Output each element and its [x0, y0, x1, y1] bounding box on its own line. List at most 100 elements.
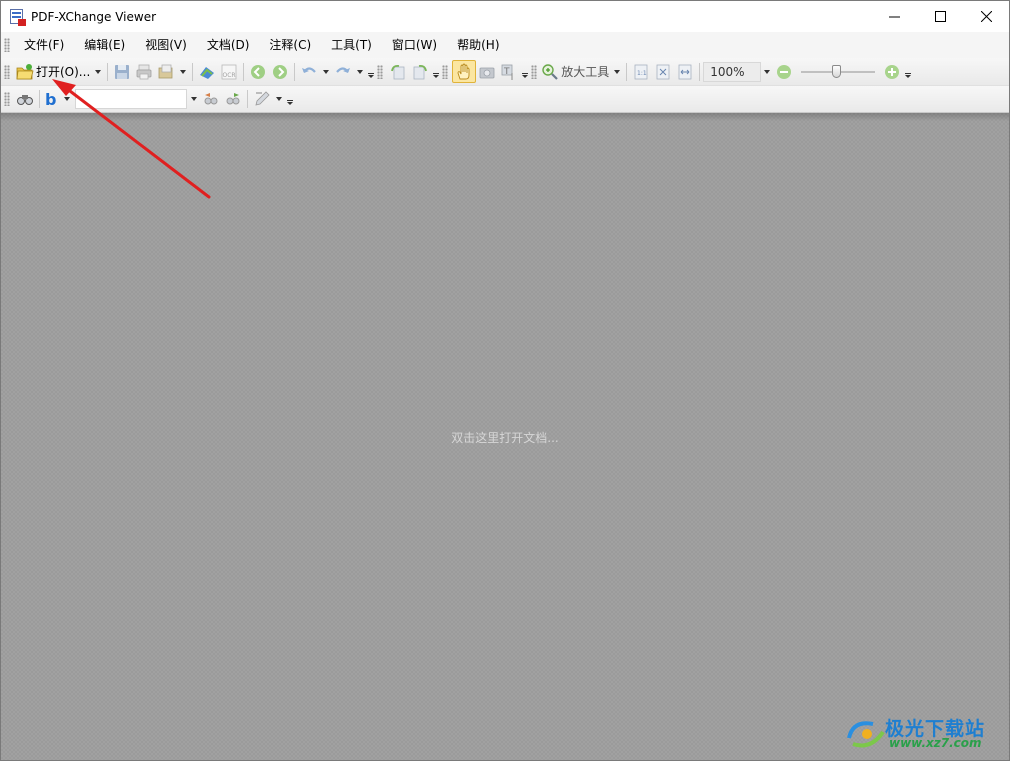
open-button[interactable]: 打开(O)...	[14, 61, 92, 83]
search-next-icon	[226, 93, 240, 105]
undo-button[interactable]	[298, 61, 320, 83]
document-workspace[interactable]: 双击这里打开文档...	[1, 113, 1009, 760]
toolbar-overflow-4[interactable]	[904, 65, 912, 79]
zoom-slider-thumb[interactable]	[832, 64, 842, 78]
zoom-level-dropdown-arrow[interactable]	[764, 69, 771, 74]
fit-width-button[interactable]	[674, 61, 696, 83]
scan-icon	[200, 66, 215, 79]
toolbar-grip-3[interactable]	[442, 64, 449, 79]
svg-text:T: T	[503, 67, 510, 77]
search-next-button[interactable]	[222, 88, 244, 110]
menu-comment[interactable]: 注释(C)	[259, 34, 321, 56]
print-icon	[136, 64, 152, 79]
open-folder-icon	[16, 63, 34, 79]
search-toolbar-overflow[interactable]	[286, 92, 293, 106]
window-controls	[871, 1, 1009, 32]
fit-width-icon	[678, 64, 692, 79]
toolbar-overflow-1[interactable]	[367, 65, 375, 79]
toolbar-grip-4[interactable]	[531, 64, 538, 79]
forward-button[interactable]	[269, 61, 291, 83]
toolbar-overflow-2[interactable]	[432, 65, 440, 79]
rotate-left-button[interactable]	[387, 61, 409, 83]
menu-view[interactable]: 视图(V)	[135, 34, 197, 56]
app-icon	[9, 8, 26, 26]
open-dropdown-arrow[interactable]	[95, 69, 102, 74]
hand-icon	[457, 63, 470, 79]
back-button[interactable]	[247, 61, 269, 83]
fit-page-icon	[656, 64, 670, 79]
rotate-right-button[interactable]	[409, 61, 431, 83]
zoom-tool-dropdown-arrow[interactable]	[614, 69, 621, 74]
highlight-button[interactable]	[251, 88, 273, 110]
toolbar-grip[interactable]	[4, 64, 10, 79]
save-icon	[115, 64, 130, 79]
menu-tools[interactable]: 工具(T)	[321, 34, 382, 56]
toolbar-grip-2[interactable]	[377, 64, 384, 79]
zoom-in-icon	[885, 64, 900, 79]
menu-document[interactable]: 文档(D)	[197, 34, 260, 56]
search-toolbar: b	[1, 86, 1009, 113]
binoculars-icon	[17, 95, 33, 105]
menu-bar: 文件(F) 编辑(E) 视图(V) 文档(D) 注释(C) 工具(T) 窗口(W…	[1, 32, 1009, 58]
search-input[interactable]	[75, 89, 187, 109]
maximize-icon	[934, 11, 946, 22]
zoom-in-button[interactable]	[881, 61, 903, 83]
snapshot-button[interactable]	[476, 61, 498, 83]
menu-file[interactable]: 文件(F)	[14, 34, 74, 56]
svg-text:1:1: 1:1	[637, 70, 647, 77]
undo-icon	[302, 66, 317, 73]
close-button[interactable]	[963, 1, 1009, 32]
watermark-url: www.xz7.com	[889, 736, 982, 750]
arrow-right-icon	[273, 64, 288, 79]
ocr-icon: OCR	[221, 64, 237, 79]
maximize-button[interactable]	[917, 1, 963, 32]
zoom-out-button[interactable]	[773, 61, 795, 83]
redo-button[interactable]	[332, 61, 354, 83]
export-dropdown-arrow[interactable]	[180, 69, 187, 74]
menubar-grip[interactable]	[4, 38, 10, 52]
minimize-icon	[888, 16, 900, 18]
undo-dropdown-arrow[interactable]	[323, 69, 330, 74]
export-button[interactable]	[155, 61, 177, 83]
zoom-out-icon	[777, 64, 792, 79]
arrow-left-icon	[251, 64, 266, 79]
ocr-button[interactable]: OCR	[218, 61, 240, 83]
window-title: PDF-XChange Viewer	[31, 9, 157, 24]
menu-window[interactable]: 窗口(W)	[382, 34, 447, 56]
menu-edit[interactable]: 编辑(E)	[74, 34, 135, 56]
zoom-tool-button[interactable]: 放大工具	[541, 61, 611, 83]
app-window: PDF-XChange Viewer 文件(F) 编辑(E) 视图(V) 文档(…	[0, 0, 1010, 761]
scan-button[interactable]	[196, 61, 218, 83]
search-prev-icon	[204, 93, 218, 105]
save-button[interactable]	[111, 61, 133, 83]
zoom-level-field[interactable]: 100%	[703, 61, 762, 82]
actual-size-button[interactable]: 1:1	[630, 61, 652, 83]
toolbar-overflow-3[interactable]	[521, 65, 529, 79]
select-text-button[interactable]: T	[498, 61, 520, 83]
search-engine-dropdown-arrow[interactable]	[64, 97, 70, 101]
zoom-slider[interactable]	[801, 62, 876, 82]
search-toolbar-grip[interactable]	[4, 92, 10, 106]
open-document-hint[interactable]: 双击这里打开文档...	[1, 429, 1009, 446]
redo-dropdown-arrow[interactable]	[357, 69, 364, 74]
search-prev-button[interactable]	[200, 88, 222, 110]
zoom-tool-label: 放大工具	[561, 65, 610, 79]
minimize-button[interactable]	[871, 1, 917, 32]
zoom-in-magnifier-icon	[542, 63, 559, 80]
highlighter-icon	[255, 91, 270, 106]
print-button[interactable]	[133, 61, 155, 83]
rotate-left-icon	[391, 64, 405, 79]
search-engine-button[interactable]: b	[43, 88, 61, 110]
camera-icon	[479, 67, 495, 78]
find-button[interactable]	[14, 88, 36, 110]
menu-help[interactable]: 帮助(H)	[447, 34, 509, 56]
highlight-dropdown-arrow[interactable]	[276, 97, 282, 101]
search-input-dropdown-arrow[interactable]	[191, 97, 197, 101]
redo-icon	[336, 66, 351, 73]
bing-logo-icon: b	[45, 90, 56, 108]
text-select-icon: T	[501, 64, 513, 80]
hand-tool-button[interactable]	[452, 60, 477, 83]
fit-page-button[interactable]	[652, 61, 674, 83]
title-bar[interactable]: PDF-XChange Viewer	[1, 1, 1009, 32]
main-toolbar: 打开(O)... OCR T 放大工具 1:1 100%	[1, 58, 1009, 86]
